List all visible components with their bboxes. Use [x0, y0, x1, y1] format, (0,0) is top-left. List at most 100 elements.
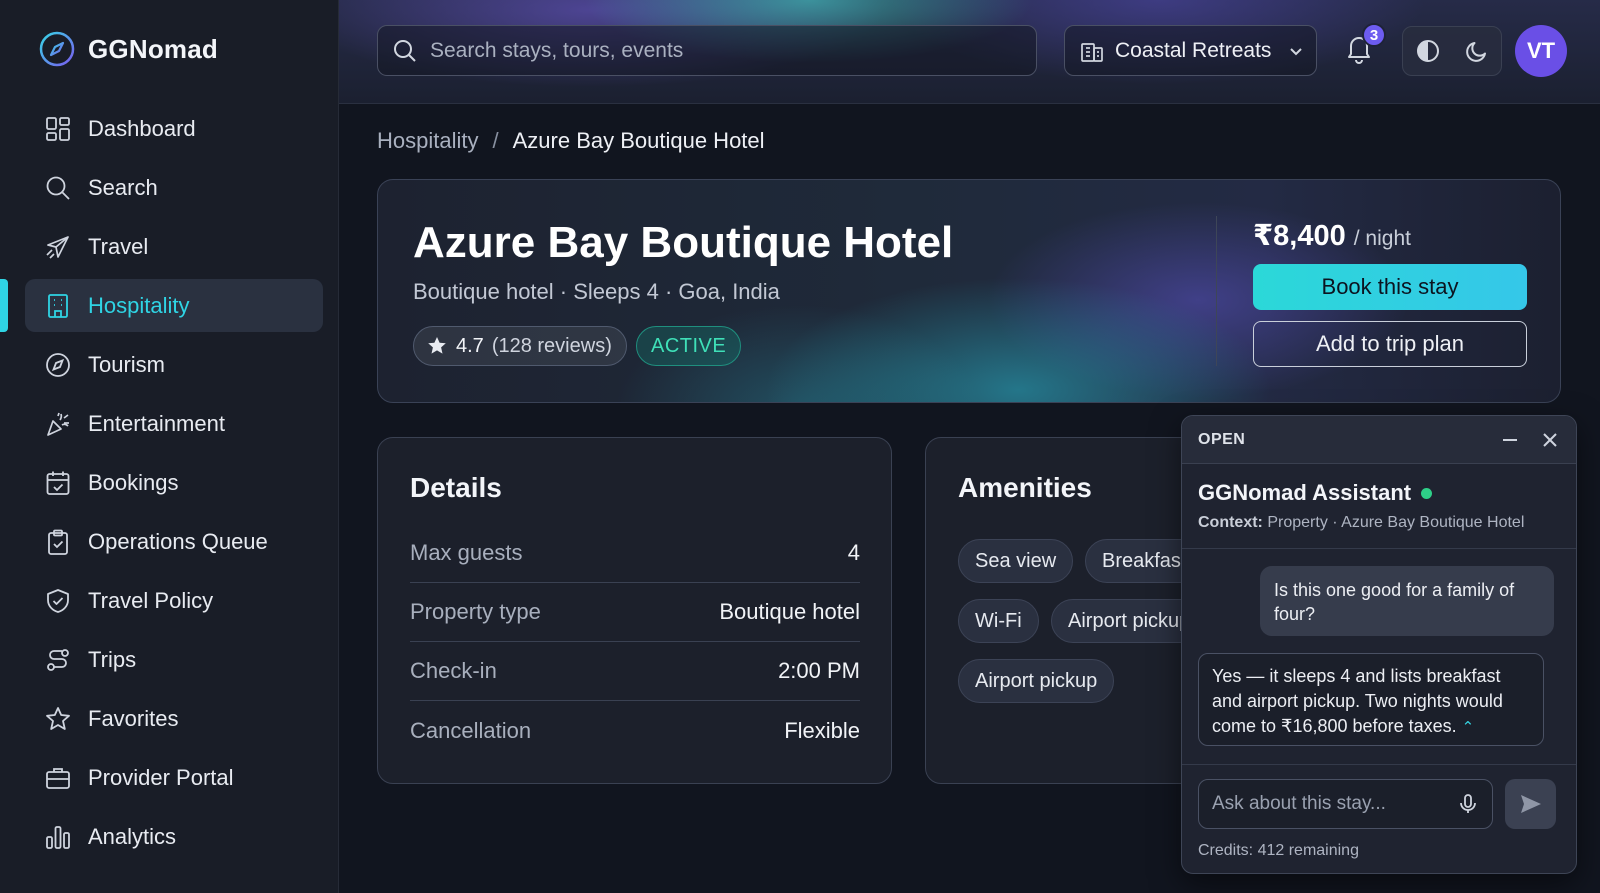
clipboard-check-icon [48, 529, 68, 555]
sidebar-item-operations-queue[interactable]: Operations Queue [25, 515, 323, 568]
minimize-icon[interactable] [1500, 430, 1520, 450]
detail-row: Max guests 4 [410, 524, 860, 583]
sidebar-item-label: Search [88, 174, 158, 200]
search-icon [46, 176, 70, 200]
sidebar-item-label: Travel Policy [88, 587, 214, 613]
detail-value: Boutique hotel [719, 599, 860, 624]
notifications-button[interactable]: 3 [1343, 23, 1386, 68]
bar-chart-icon [46, 825, 70, 849]
brand[interactable]: GGNomad [38, 30, 218, 68]
dashboard-icon [46, 116, 70, 141]
sidebar-item-label: Travel [88, 233, 149, 259]
price: ₹8,400 / night [1253, 218, 1411, 253]
divider [1182, 764, 1576, 765]
sidebar-item-dashboard[interactable]: Dashboard [25, 102, 323, 155]
sidebar-item-label: Trips [88, 646, 137, 672]
caret-up-icon[interactable]: ⌃ [1462, 719, 1475, 736]
detail-value: 2:00 PM [778, 658, 860, 683]
breadcrumb-parent[interactable]: Hospitality [377, 128, 478, 154]
status-badge: ACTIVE [636, 326, 742, 366]
sidebar-item-trips[interactable]: Trips [25, 633, 323, 686]
sidebar-item-favorites[interactable]: Favorites [25, 692, 323, 745]
user-message: Is this one good for a family of four? [1260, 566, 1554, 636]
sidebar-item-travel-policy[interactable]: Travel Policy [25, 574, 323, 627]
assistant-title-row: GGNomad Assistant [1198, 480, 1433, 506]
building-icon [1081, 42, 1103, 62]
star-icon [46, 706, 70, 730]
detail-value: 4 [847, 540, 860, 565]
contrast-icon[interactable] [1415, 38, 1441, 64]
online-status-dot [1421, 487, 1433, 499]
sidebar-item-tourism[interactable]: Tourism [25, 338, 323, 391]
sidebar-item-analytics[interactable]: Analytics [25, 810, 323, 863]
compass-icon [46, 352, 70, 377]
assistant-message: Yes — it sleeps 4 and lists breakfast an… [1198, 653, 1544, 746]
amenity-chip: Sea view [958, 539, 1074, 583]
breadcrumb-current: Azure Bay Boutique Hotel [512, 128, 765, 153]
route-icon [47, 648, 69, 671]
compass-logo-icon [39, 31, 75, 67]
moon-icon[interactable] [1464, 38, 1490, 64]
breadcrumb-separator: / [492, 128, 499, 153]
amenities-title: Amenities [958, 472, 1092, 503]
sidebar-item-hospitality[interactable]: Hospitality [0, 279, 323, 332]
sidebar-item-label: Bookings [88, 469, 179, 495]
rating-badge: 4.7 (128 reviews) [413, 326, 627, 366]
details-title: Details [410, 472, 502, 503]
send-icon [1520, 795, 1541, 813]
search-icon [394, 39, 416, 62]
sidebar-item-travel[interactable]: Travel [25, 220, 323, 273]
microphone-icon[interactable] [1456, 792, 1480, 816]
sidebar: GGNomad Dashboard Search Travel Hospital… [0, 0, 339, 893]
close-icon[interactable] [1540, 430, 1560, 450]
context-label: Context: [1198, 514, 1263, 531]
detail-label: Property type [410, 599, 541, 624]
detail-row: Property type Boutique hotel [410, 583, 860, 642]
workspace-name: Coastal Retreats [1115, 38, 1272, 62]
briefcase-icon [46, 767, 70, 789]
party-popper-icon [47, 412, 69, 436]
search-box[interactable] [377, 25, 1037, 76]
sidebar-item-label: Provider Portal [88, 764, 234, 790]
assistant-panel: OPEN GGNomad Assistant Context: Property… [1181, 415, 1577, 874]
send-button[interactable] [1505, 779, 1556, 829]
building-icon [48, 293, 68, 318]
detail-label: Max guests [410, 540, 523, 565]
detail-label: Check-in [410, 658, 497, 683]
detail-row: Cancellation Flexible [410, 701, 860, 760]
plane-icon [46, 235, 69, 259]
details-card: Details Max guests 4 Property type Bouti… [377, 437, 892, 784]
sidebar-item-provider-portal[interactable]: Provider Portal [25, 751, 323, 804]
sidebar-item-label: Operations Queue [88, 528, 268, 554]
assistant-title: GGNomad Assistant [1198, 480, 1412, 505]
book-stay-button[interactable]: Book this stay [1253, 264, 1527, 310]
breadcrumb: Hospitality / Azure Bay Boutique Hotel [377, 128, 765, 154]
app-root: GGNomad Dashboard Search Travel Hospital… [0, 0, 1600, 893]
sidebar-item-search[interactable]: Search [25, 161, 323, 214]
theme-toggle [1402, 26, 1502, 76]
assistant-context: Context: Property · Azure Bay Boutique H… [1198, 514, 1524, 532]
assistant-message-text: Yes — it sleeps 4 and lists breakfast an… [1212, 666, 1503, 736]
amenity-chip: Airport pickup [958, 659, 1115, 703]
assistant-input[interactable] [1212, 793, 1452, 815]
search-input[interactable] [430, 38, 1010, 63]
workspace-selector[interactable]: Coastal Retreats [1064, 25, 1317, 76]
shield-check-icon [47, 588, 69, 613]
avatar[interactable]: VT [1515, 25, 1567, 77]
assistant-state: OPEN [1198, 430, 1246, 448]
brand-name: GGNomad [88, 33, 218, 64]
assistant-header: OPEN [1182, 416, 1576, 464]
topbar: Coastal Retreats 3 VT [339, 0, 1600, 104]
sidebar-item-entertainment[interactable]: Entertainment [25, 397, 323, 450]
rating-value: 4.7 [456, 334, 484, 357]
detail-value: Flexible [784, 717, 860, 743]
sidebar-item-bookings[interactable]: Bookings [25, 456, 323, 509]
assistant-input-box[interactable] [1198, 779, 1493, 829]
add-to-trip-plan-button[interactable]: Add to trip plan [1253, 321, 1527, 367]
price-unit: / night [1353, 227, 1411, 250]
property-subtitle: Boutique hotel · Sleeps 4 · Goa, India [413, 279, 780, 304]
sidebar-item-label: Dashboard [88, 115, 196, 141]
sidebar-item-label: Entertainment [88, 410, 225, 436]
review-count: (128 reviews) [491, 334, 612, 357]
sidebar-nav: Dashboard Search Travel Hospitality Tour… [0, 102, 323, 869]
